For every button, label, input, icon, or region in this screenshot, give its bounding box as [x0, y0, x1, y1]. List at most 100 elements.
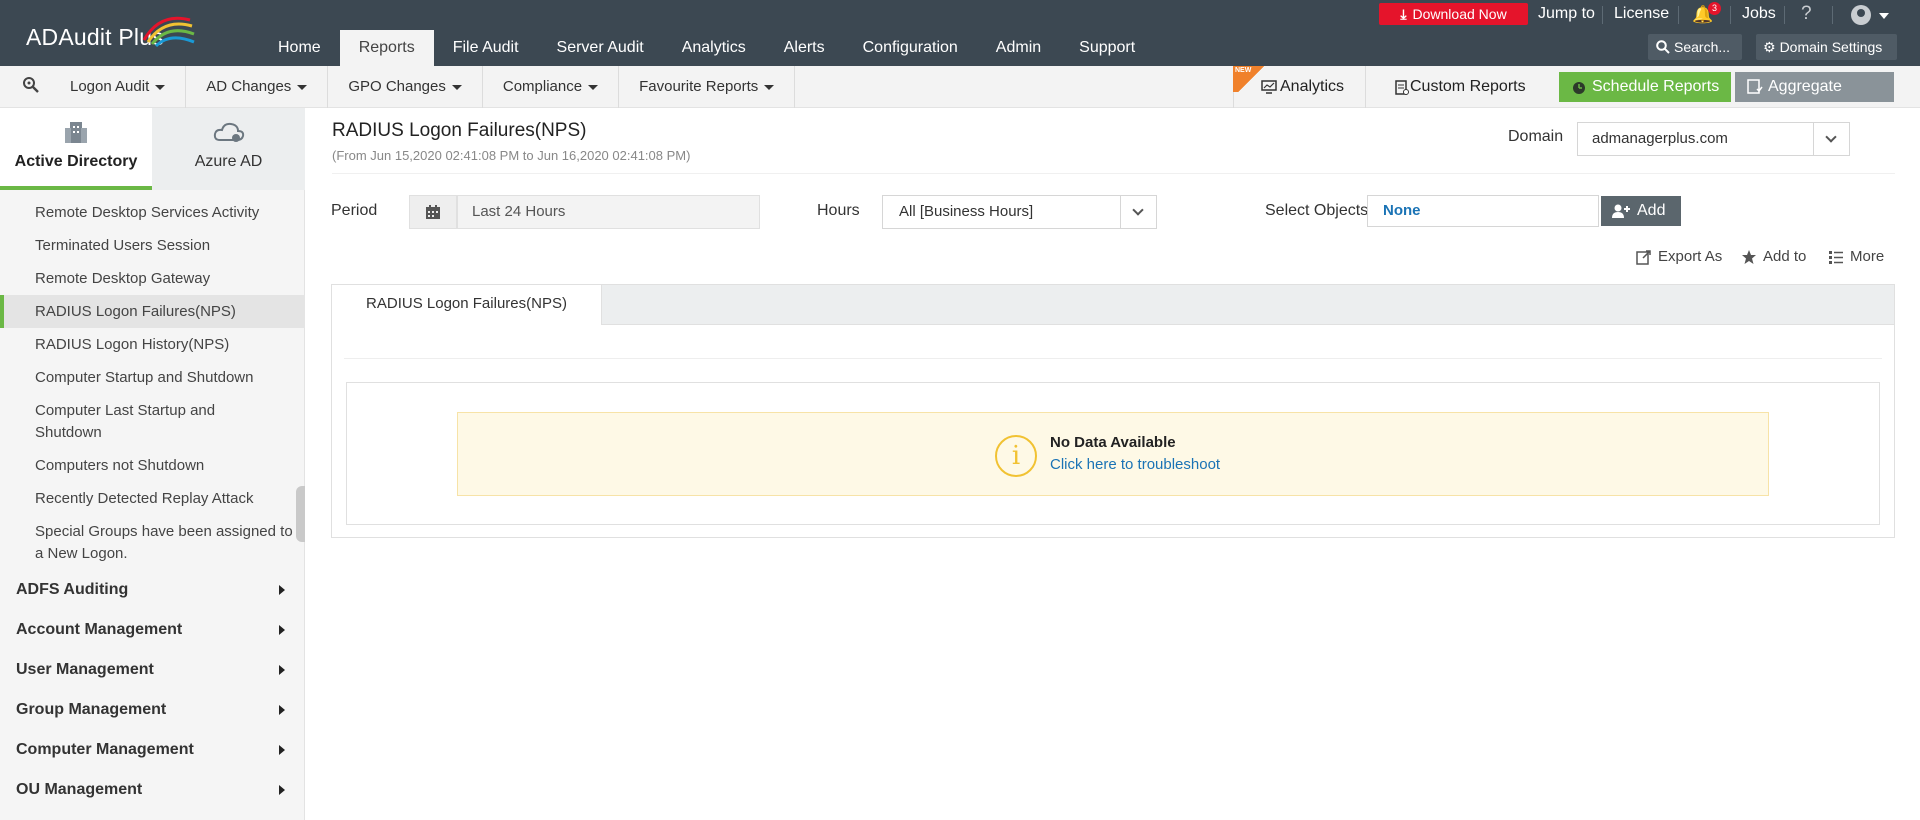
aggregate-reports-button[interactable]: Aggregate Reports: [1735, 72, 1894, 125]
subnav-label: Logon Audit: [70, 78, 150, 95]
subnav-logon-audit[interactable]: Logon Audit: [50, 66, 187, 108]
add-to-button[interactable]: Add to: [1742, 248, 1806, 265]
nav-file-audit[interactable]: File Audit: [434, 30, 538, 66]
chevron-down-icon: [1825, 131, 1837, 143]
nav-configuration[interactable]: Configuration: [844, 30, 977, 66]
report-category-nav: Logon Audit AD Changes GPO Changes Compl…: [50, 66, 796, 108]
category-label: ADFS Auditing: [16, 581, 129, 598]
select-objects-field[interactable]: None: [1367, 195, 1599, 227]
subnav-favourite-reports[interactable]: Favourite Reports: [619, 66, 796, 108]
sidebar-item-radius-logon-failures[interactable]: RADIUS Logon Failures(NPS): [0, 295, 305, 328]
nav-home[interactable]: Home: [259, 30, 340, 66]
no-data-alert: i No Data Available Click here to troubl…: [457, 412, 1769, 496]
domain-select[interactable]: admanagerplus.com: [1577, 122, 1850, 156]
schedule-reports-button[interactable]: Schedule Reports: [1559, 72, 1731, 102]
custom-reports-button[interactable]: Custom Reports: [1366, 66, 1531, 108]
domain-settings-button[interactable]: ⚙ Domain Settings: [1756, 34, 1897, 60]
more-button[interactable]: More: [1829, 248, 1885, 265]
more-label: More: [1850, 248, 1885, 265]
triangle-right-icon: [279, 625, 285, 635]
top-bar: ADAudit Plus Home Reports File Audit Ser…: [0, 0, 1920, 66]
calendar-icon: [426, 205, 440, 219]
help-icon[interactable]: ?: [1801, 3, 1812, 25]
no-data-title: No Data Available: [1050, 434, 1176, 451]
cloud-icon: [213, 122, 245, 142]
sidebar-item-special-groups-new-logon[interactable]: Special Groups have been assigned to a N…: [0, 515, 305, 570]
license-link[interactable]: License: [1614, 5, 1669, 23]
add-objects-button[interactable]: Add: [1601, 196, 1681, 226]
chevron-down-icon: [1132, 204, 1144, 216]
sidebar-item-radius-logon-history[interactable]: RADIUS Logon History(NPS): [0, 328, 305, 361]
category-label: Group Management: [16, 701, 167, 718]
divider: [1832, 6, 1833, 24]
nav-alerts[interactable]: Alerts: [765, 30, 844, 66]
jump-to-link[interactable]: Jump to: [1538, 5, 1595, 23]
sidebar-item-computer-startup-and-shutdown[interactable]: Computer Startup and Shutdown: [0, 361, 305, 394]
sidebar-item-remote-desktop-gateway[interactable]: Remote Desktop Gateway: [0, 262, 305, 295]
download-icon: ⤓: [1400, 6, 1407, 22]
nav-reports[interactable]: Reports: [339, 30, 434, 66]
triangle-right-icon: [279, 785, 285, 795]
divider: [1730, 6, 1731, 24]
subnav-gpo-changes[interactable]: GPO Changes: [328, 66, 483, 108]
user-avatar-icon[interactable]: [1851, 5, 1871, 25]
tab-azure-ad[interactable]: Azure AD: [152, 108, 305, 190]
subnav-compliance[interactable]: Compliance: [483, 66, 620, 108]
category-computer-management[interactable]: Computer Management: [0, 730, 305, 770]
category-account-management[interactable]: Account Management: [0, 610, 305, 650]
category-user-management[interactable]: User Management: [0, 650, 305, 690]
divider: [344, 358, 1882, 359]
category-adfs-auditing[interactable]: ADFS Auditing: [0, 570, 305, 610]
download-now-button[interactable]: ⤓ Download Now: [1379, 3, 1528, 25]
subnav-label: Favourite Reports: [639, 78, 759, 95]
global-search-button[interactable]: Search...: [1648, 34, 1742, 60]
add-label: Add: [1637, 202, 1666, 219]
category-label: User Management: [16, 661, 154, 678]
troubleshoot-link[interactable]: Click here to troubleshoot: [1050, 456, 1220, 473]
hours-select[interactable]: All [Business Hours]: [882, 195, 1157, 229]
new-badge-label: NEW: [1235, 67, 1252, 74]
triangle-right-icon: [279, 745, 285, 755]
divider: [1784, 6, 1785, 24]
calendar-button[interactable]: [409, 195, 457, 229]
caret-down-icon: [451, 84, 462, 90]
main-nav: Home Reports File Audit Server Audit Ana…: [259, 30, 1154, 66]
nav-admin[interactable]: Admin: [977, 30, 1060, 66]
dropdown-toggle[interactable]: [1120, 196, 1156, 228]
search-label: Search...: [1674, 39, 1731, 55]
schedule-reports-label: Schedule Reports: [1592, 78, 1720, 95]
building-icon: [65, 122, 87, 143]
nav-support[interactable]: Support: [1060, 30, 1154, 66]
aggregate-reports-label: Aggregate Reports: [1768, 78, 1842, 125]
page-title: RADIUS Logon Failures(NPS): [332, 120, 587, 141]
custom-reports-label: Custom Reports: [1410, 78, 1526, 95]
user-menu-caret-icon[interactable]: [1879, 13, 1889, 19]
sidebar-item-terminated-users-session[interactable]: Terminated Users Session: [0, 229, 305, 262]
subnav-ad-changes[interactable]: AD Changes: [186, 66, 329, 108]
dropdown-toggle[interactable]: [1813, 123, 1849, 155]
divider: [1602, 6, 1603, 24]
nav-analytics[interactable]: Analytics: [663, 30, 765, 66]
period-field[interactable]: Last 24 Hours: [457, 195, 760, 229]
tab-active-directory[interactable]: Active Directory: [0, 108, 152, 190]
report-search-icon[interactable]: [22, 76, 40, 94]
custom-report-icon: [1395, 80, 1409, 95]
category-group-management[interactable]: Group Management: [0, 690, 305, 730]
sidebar-item-computers-not-shutdown[interactable]: Computers not Shutdown: [0, 449, 305, 482]
caret-down-icon: [764, 84, 775, 90]
domain-settings-label: Domain Settings: [1779, 39, 1883, 55]
gear-icon: ⚙: [1763, 39, 1776, 55]
nav-server-audit[interactable]: Server Audit: [538, 30, 663, 66]
sidebar-item-recently-detected-replay-attack[interactable]: Recently Detected Replay Attack: [0, 482, 305, 515]
report-tab-bar: RADIUS Logon Failures(NPS): [332, 285, 1894, 325]
sidebar-item-computer-last-startup-and-shutdown[interactable]: Computer Last Startup and Shutdown: [0, 394, 305, 449]
jobs-link[interactable]: Jobs: [1742, 5, 1776, 23]
category-ou-management[interactable]: OU Management: [0, 770, 305, 810]
sidebar-collapse-handle[interactable]: [296, 486, 305, 542]
tab-label: Azure AD: [194, 153, 263, 170]
tab-radius-logon-failures[interactable]: RADIUS Logon Failures(NPS): [332, 285, 602, 325]
export-as-button[interactable]: Export As: [1636, 248, 1722, 265]
report-list: Remote Desktop Services Activity Termina…: [0, 196, 305, 810]
sidebar-item-remote-desktop-services-activity[interactable]: Remote Desktop Services Activity: [0, 196, 305, 229]
period-label: Period: [331, 202, 378, 219]
